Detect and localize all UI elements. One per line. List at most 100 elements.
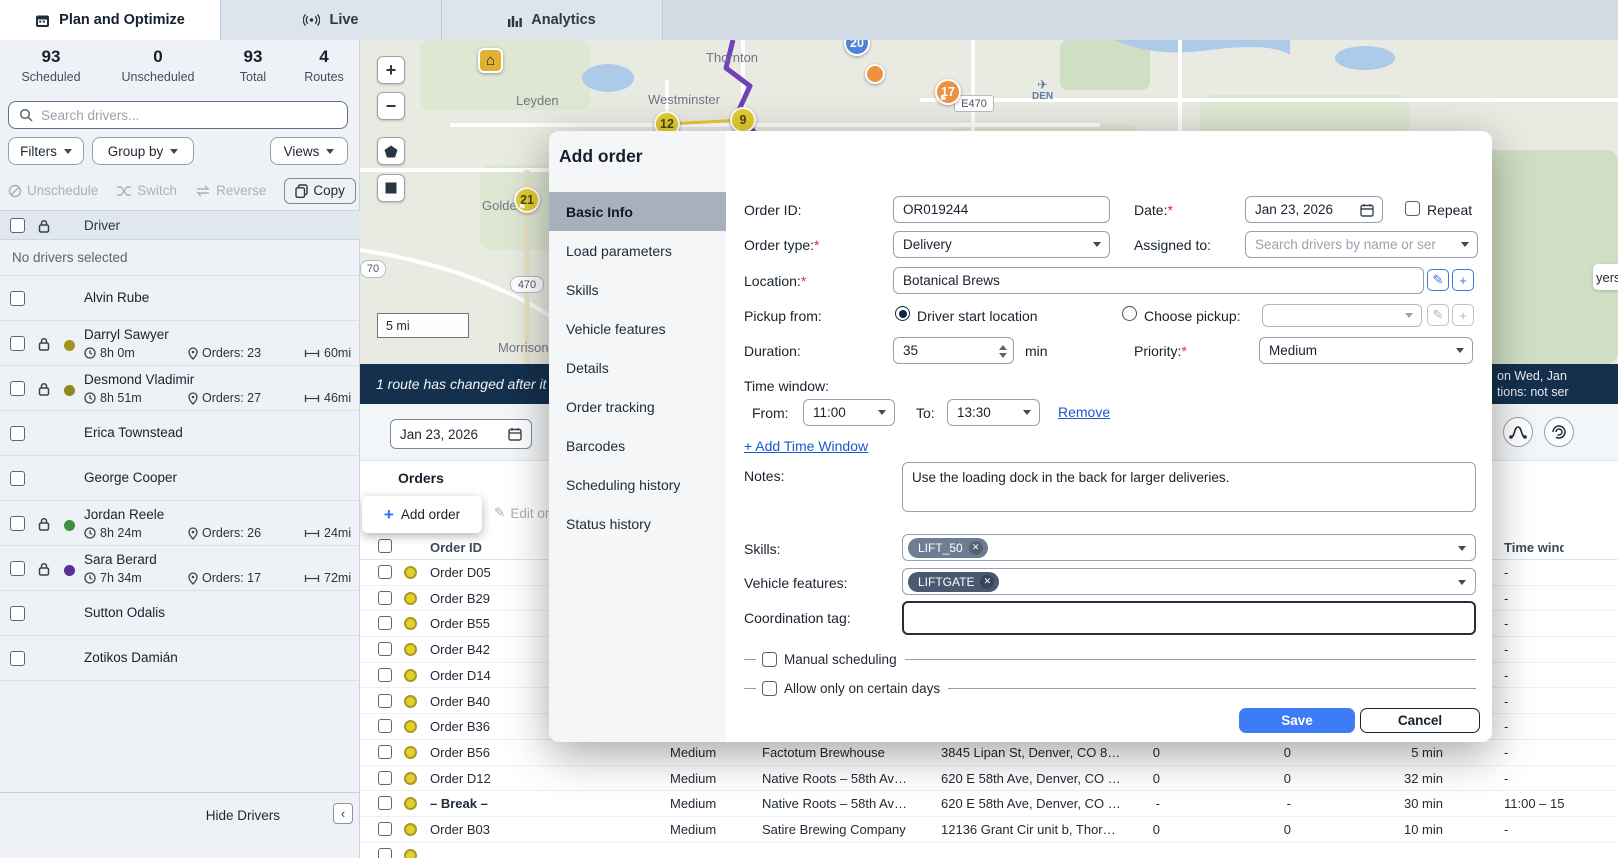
- map-marker[interactable]: 9: [730, 107, 756, 133]
- lock-icon[interactable]: [38, 562, 50, 581]
- row-checkbox[interactable]: [378, 848, 392, 858]
- collapse-drivers-button[interactable]: ‹: [333, 803, 353, 824]
- map-marker[interactable]: [865, 64, 885, 84]
- select-all-checkbox[interactable]: [378, 539, 392, 553]
- nav-vehicle-features[interactable]: Vehicle features: [549, 309, 726, 348]
- nav-barcodes[interactable]: Barcodes: [549, 426, 726, 465]
- filters-button[interactable]: Filters: [8, 137, 84, 165]
- driver-row[interactable]: Sutton Odalis: [0, 591, 360, 636]
- select-all-drivers-checkbox[interactable]: [10, 218, 25, 233]
- driver-checkbox[interactable]: [10, 471, 25, 486]
- driver-row[interactable]: Desmond Vladimir 8h 51m Orders: 27 46mi: [0, 366, 360, 411]
- save-button[interactable]: Save: [1239, 708, 1355, 733]
- tab-analytics[interactable]: Analytics: [442, 0, 663, 40]
- skills-tag-input[interactable]: LIFT_50 ✕: [902, 534, 1476, 561]
- row-checkbox[interactable]: [378, 771, 392, 785]
- add-location-button[interactable]: +: [1452, 269, 1474, 291]
- vehicle-features-tag-input[interactable]: LIFTGATE ✕: [902, 568, 1476, 595]
- table-row[interactable]: [360, 843, 1618, 858]
- depot-marker[interactable]: ⌂: [478, 48, 503, 73]
- rectangle-select-button[interactable]: [377, 174, 405, 202]
- choose-pickup-radio[interactable]: [1122, 306, 1137, 321]
- cancel-button[interactable]: Cancel: [1360, 708, 1480, 733]
- order-id-input[interactable]: OR019244: [893, 196, 1110, 223]
- nav-details[interactable]: Details: [549, 348, 726, 387]
- driver-checkbox[interactable]: [10, 561, 25, 576]
- time-from-select[interactable]: 11:00: [803, 399, 895, 426]
- row-checkbox[interactable]: [378, 719, 392, 733]
- nav-basic-info[interactable]: Basic Info: [549, 192, 726, 231]
- driver-checkbox[interactable]: [10, 426, 25, 441]
- reverse-button[interactable]: Reverse: [195, 183, 266, 198]
- remove-tag-icon[interactable]: ✕: [969, 541, 983, 555]
- optimize-button[interactable]: [1544, 417, 1574, 447]
- driver-checkbox[interactable]: [10, 606, 25, 621]
- nav-order-tracking[interactable]: Order tracking: [549, 387, 726, 426]
- lock-icon[interactable]: [38, 337, 50, 356]
- add-pickup-button[interactable]: +: [1452, 304, 1474, 326]
- tab-live[interactable]: Live: [221, 0, 442, 40]
- remove-tag-icon[interactable]: ✕: [980, 575, 994, 589]
- lock-icon[interactable]: [38, 517, 50, 536]
- time-to-select[interactable]: 13:30: [947, 399, 1040, 426]
- table-row[interactable]: Order D12 Medium Native Roots – 58th Av……: [360, 766, 1618, 792]
- repeat-checkbox[interactable]: [1405, 201, 1420, 216]
- lock-icon[interactable]: [38, 382, 50, 401]
- row-checkbox[interactable]: [378, 694, 392, 708]
- group-by-button[interactable]: Group by: [92, 137, 194, 165]
- edit-location-button[interactable]: ✎: [1427, 269, 1449, 291]
- driver-checkbox[interactable]: [10, 651, 25, 666]
- row-checkbox[interactable]: [378, 591, 392, 605]
- nav-load-parameters[interactable]: Load parameters: [549, 231, 726, 270]
- zoom-in-button[interactable]: +: [377, 56, 405, 84]
- remove-time-window-link[interactable]: Remove: [1058, 404, 1110, 420]
- map-marker[interactable]: 17⚑: [935, 79, 961, 105]
- driver-row[interactable]: Alvin Rube: [0, 276, 360, 321]
- map-marker[interactable]: 21⚑: [514, 187, 540, 213]
- driver-row[interactable]: Zotikos Damián: [0, 636, 360, 681]
- copy-button[interactable]: Copy: [284, 178, 356, 204]
- nav-status-history[interactable]: Status history: [549, 504, 726, 543]
- search-drivers-input[interactable]: Search drivers...: [8, 101, 348, 129]
- row-checkbox[interactable]: [378, 745, 392, 759]
- driver-checkbox[interactable]: [10, 516, 25, 531]
- tab-plan-and-optimize[interactable]: Plan and Optimize: [0, 0, 221, 40]
- manual-scheduling-checkbox[interactable]: [762, 652, 777, 667]
- route-tools-button[interactable]: [1503, 417, 1533, 447]
- assigned-to-input[interactable]: Search drivers by name or ser: [1245, 231, 1478, 258]
- polygon-select-button[interactable]: [377, 137, 405, 165]
- driver-start-radio[interactable]: [895, 306, 910, 321]
- allow-days-checkbox[interactable]: [762, 681, 777, 696]
- driver-row[interactable]: Darryl Sawyer 8h 0m Orders: 23 60mi: [0, 321, 360, 366]
- date-picker[interactable]: Jan 23, 2026: [390, 419, 532, 449]
- row-checkbox[interactable]: [378, 796, 392, 810]
- row-checkbox[interactable]: [378, 616, 392, 630]
- driver-row[interactable]: Jordan Reele 8h 24m Orders: 26 24mi: [0, 501, 360, 546]
- location-input[interactable]: Botanical Brews: [893, 267, 1424, 294]
- add-order-button[interactable]: + Add order: [362, 496, 482, 533]
- pickup-select[interactable]: [1262, 304, 1422, 327]
- driver-row[interactable]: George Cooper: [0, 456, 360, 501]
- driver-checkbox[interactable]: [10, 291, 25, 306]
- edit-order-button[interactable]: ✎ Edit ord: [494, 505, 557, 521]
- row-checkbox[interactable]: [378, 822, 392, 836]
- table-row[interactable]: Order B03 Medium Satire Brewing Company …: [360, 817, 1618, 843]
- row-checkbox[interactable]: [378, 565, 392, 579]
- order-type-select[interactable]: Delivery: [893, 231, 1110, 258]
- unschedule-button[interactable]: Unschedule: [8, 183, 98, 198]
- date-input[interactable]: Jan 23, 2026: [1245, 196, 1383, 223]
- notes-textarea[interactable]: Use the loading dock in the back for lar…: [902, 462, 1476, 512]
- zoom-out-button[interactable]: −: [377, 92, 405, 120]
- row-checkbox[interactable]: [378, 642, 392, 656]
- add-time-window-link[interactable]: + Add Time Window: [744, 438, 868, 454]
- number-stepper[interactable]: [999, 345, 1007, 358]
- driver-row[interactable]: Sara Berard 7h 34m Orders: 17 72mi: [0, 546, 360, 591]
- priority-select[interactable]: Medium: [1259, 337, 1473, 364]
- coordination-tag-input[interactable]: [902, 601, 1476, 635]
- duration-input[interactable]: 35: [893, 337, 1014, 364]
- table-row[interactable]: Order B56 Medium Factotum Brewhouse 3845…: [360, 740, 1618, 766]
- nav-scheduling-history[interactable]: Scheduling history: [549, 465, 726, 504]
- driver-checkbox[interactable]: [10, 336, 25, 351]
- hide-drivers-label[interactable]: Hide Drivers: [206, 808, 280, 823]
- driver-checkbox[interactable]: [10, 381, 25, 396]
